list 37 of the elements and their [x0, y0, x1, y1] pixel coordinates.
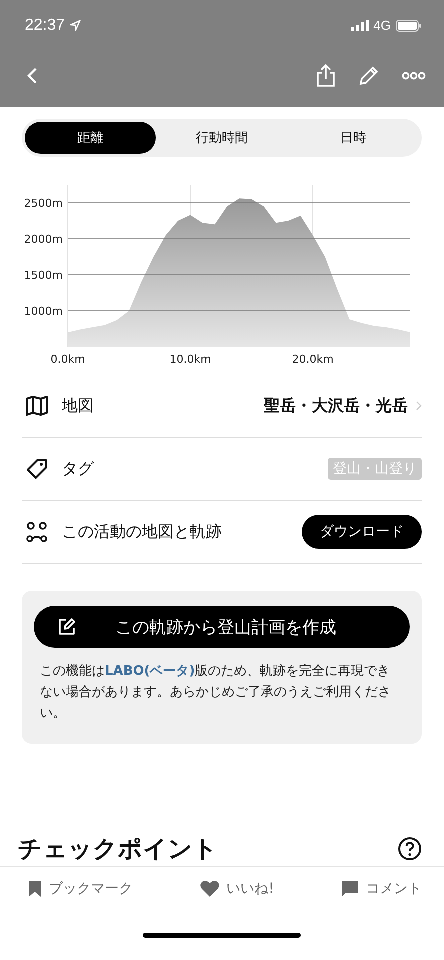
bookmark-icon	[28, 880, 42, 898]
create-plan-button[interactable]: この軌跡から登山計画を作成	[34, 606, 410, 648]
row-label: タグ	[62, 458, 94, 480]
heart-icon	[200, 880, 220, 898]
tag-icon	[26, 458, 48, 480]
segment-tab[interactable]: 距離	[25, 122, 156, 154]
chevron-icon	[416, 401, 422, 411]
labo-link[interactable]: LABO(ベータ)	[105, 664, 196, 679]
segment-tab[interactable]: 日時	[288, 122, 419, 154]
edit-icon	[58, 618, 76, 636]
bottom-bar-button[interactable]: コメント	[341, 880, 422, 898]
x-axis-label: 0.0km	[50, 353, 86, 366]
back-icon	[26, 67, 38, 85]
segment-tab[interactable]: 行動時間	[156, 122, 288, 154]
row-label: この活動の地図と軌跡	[62, 522, 222, 542]
y-axis-label: 1000m	[24, 305, 63, 318]
x-axis-label: 10.0km	[170, 353, 212, 366]
notice-text: この機能はLABO(ベータ)版のため、軌跡を完全に再現できない場合があります。あらかじめご了承のうえご利用ください。	[40, 663, 392, 723]
bottom-bar-button[interactable]: いいね!	[200, 880, 274, 898]
signal-icon	[350, 20, 369, 31]
y-axis-label: 2500m	[24, 197, 63, 210]
route-icon	[26, 521, 48, 543]
section-title: チェックポイント	[18, 834, 218, 866]
x-axis-label: 20.0km	[292, 353, 334, 366]
help-icon[interactable]	[398, 837, 422, 862]
map-icon	[26, 396, 48, 416]
bottom-bar-button[interactable]: ブックマーク	[28, 880, 133, 898]
location-arrow-icon	[70, 20, 82, 31]
status-time: 22:37	[25, 16, 66, 34]
comment-icon	[341, 880, 359, 898]
network-label: 4G	[374, 18, 391, 33]
row-label: 地図	[62, 396, 94, 416]
battery-icon	[396, 20, 422, 32]
y-axis-label: 2000m	[24, 233, 63, 246]
map-name[interactable]: 聖岳・大沢岳・光岳	[264, 396, 408, 416]
y-axis-label: 1500m	[24, 269, 63, 282]
download-button[interactable]: ダウンロード	[302, 515, 422, 549]
